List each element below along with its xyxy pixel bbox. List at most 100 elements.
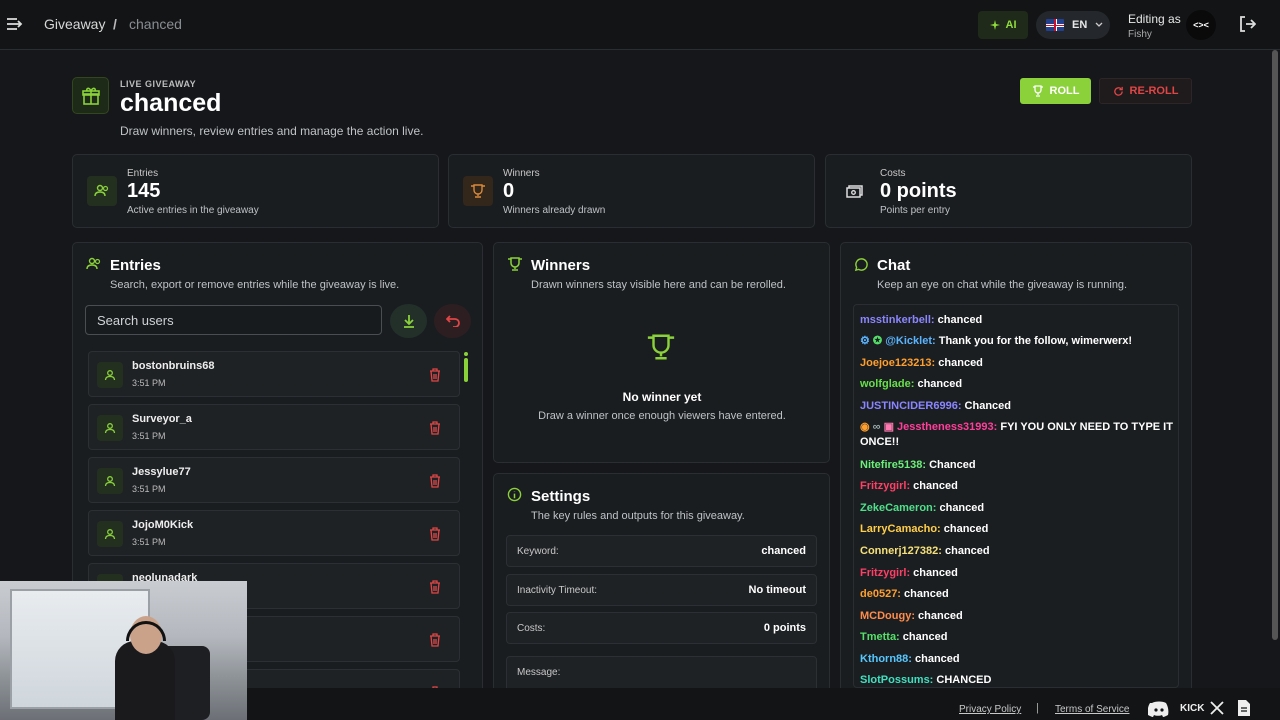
chat-messages: msstinkerbell: chanced ⚙ ✪ @Kicklet: Tha… (853, 304, 1179, 688)
list-item[interactable]: Surveyor_a 3:51 PM (88, 404, 460, 450)
list-scroll-arrow[interactable] (464, 352, 468, 356)
gift-badge-icon: ▣ (883, 421, 898, 433)
chat-bubble-icon (854, 258, 868, 272)
chat-username[interactable]: LarryCamacho: (860, 523, 941, 535)
menu-icon[interactable] (6, 15, 24, 33)
x-icon[interactable] (1209, 700, 1225, 716)
chat-message: JUSTINCIDER6996: Chanced (860, 399, 1176, 414)
chat-username[interactable]: wolfglade: (860, 378, 914, 390)
chat-title: Chat (877, 257, 911, 274)
uk-flag-icon (1046, 19, 1064, 31)
breadcrumb-root[interactable]: Giveaway (44, 16, 105, 32)
chat-username[interactable]: Fritzygirl: (860, 567, 910, 579)
chat-message: Tmetta: chanced (860, 630, 1176, 645)
winners-title: Winners (531, 257, 591, 274)
reroll-button[interactable]: RE-ROLL (1099, 78, 1192, 104)
chat-username[interactable]: Nitefire5138: (860, 459, 926, 471)
ai-label: AI (1005, 19, 1017, 31)
page-scrollbar[interactable] (1272, 50, 1278, 640)
chat-message: wolfglade: chanced (860, 377, 1176, 392)
chat-username[interactable]: Kthorn88: (860, 653, 912, 665)
chat-text: CHANCED (933, 674, 992, 686)
trash-icon[interactable] (429, 580, 441, 594)
bot-badge-icon: ⚙ (860, 335, 873, 347)
chat-username[interactable]: Jesstheness31993: (897, 421, 997, 433)
no-winner-subtitle: Draw a winner once enough viewers have e… (538, 410, 786, 422)
entries-stat-desc: Active entries in the giveaway (127, 205, 259, 216)
page-subtitle: Draw winners, review entries and manage … (120, 124, 424, 138)
document-icon[interactable] (1237, 699, 1251, 717)
chat-text: chanced (915, 610, 963, 622)
list-item[interactable]: bostonbruins68 3:51 PM (88, 351, 460, 397)
chat-username[interactable]: ZekeCameron: (860, 502, 936, 514)
setting-key: Inactivity Timeout: (517, 585, 598, 596)
chat-message: MCDougy: chanced (860, 609, 1176, 624)
chat-username[interactable]: Connerj127382: (860, 545, 942, 557)
entry-time: 3:51 PM (132, 378, 166, 388)
setting-row-keyword: Keyword: chanced (506, 535, 817, 567)
entries-stat-label: Entries (127, 168, 159, 179)
setting-value: 0 points (763, 622, 806, 634)
editing-label: Editing as (1128, 12, 1181, 26)
costs-stat-card: Costs 0 points Points per entry (825, 154, 1192, 228)
chat-username[interactable]: MCDougy: (860, 610, 915, 622)
sparkle-icon (989, 20, 1000, 30)
live-giveaway-label: LIVE GIVEAWAY (120, 79, 197, 89)
money-icon (840, 176, 870, 206)
kick-link[interactable]: KICK (1180, 703, 1204, 714)
breadcrumb-separator: / (113, 16, 117, 32)
search-input[interactable] (85, 305, 382, 335)
chat-text: Chanced (926, 459, 976, 471)
chat-text: chanced (910, 480, 958, 492)
chat-username[interactable]: SlotPossums: (860, 674, 933, 686)
costs-stat-desc: Points per entry (880, 205, 951, 216)
language-selector[interactable]: EN (1036, 11, 1110, 39)
user-icon (97, 362, 123, 388)
chat-message: ⚙ ✪ @Kicklet: Thank you for the follow, … (860, 334, 1176, 349)
chat-username[interactable]: @Kicklet: (885, 335, 935, 347)
setting-value: chanced (761, 545, 806, 557)
roll-button[interactable]: ROLL (1020, 78, 1091, 104)
setting-key: Keyword: (517, 546, 559, 557)
chat-username[interactable]: msstinkerbell: (860, 314, 935, 326)
undo-icon (445, 315, 460, 327)
list-item[interactable]: JojoM0Kick 3:51 PM (88, 510, 460, 556)
chat-username[interactable]: Fritzygirl: (860, 480, 910, 492)
sub-badge-icon: ∞ (872, 421, 884, 433)
trash-icon[interactable] (429, 527, 441, 541)
chat-username[interactable]: JUSTINCIDER6996: (860, 400, 961, 412)
chat-message: Fritzygirl: chanced (860, 566, 1176, 581)
entries-subtitle: Search, export or remove entries while t… (110, 279, 400, 291)
user-icon (97, 521, 123, 547)
chat-username[interactable]: Joejoe123213: (860, 357, 935, 369)
chat-username[interactable]: de0527: (860, 588, 901, 600)
trash-icon[interactable] (429, 421, 441, 435)
trash-icon[interactable] (429, 474, 441, 488)
avatar[interactable]: <>< (1186, 10, 1216, 40)
list-item[interactable]: Jessylue77 3:51 PM (88, 457, 460, 503)
logout-icon[interactable] (1238, 15, 1256, 33)
chat-text: chanced (910, 567, 958, 579)
chat-message: Connerj127382: chanced (860, 544, 1176, 559)
chat-message: ZekeCameron: chanced (860, 501, 1176, 516)
page-title: chanced (120, 89, 222, 117)
chat-text: chanced (900, 588, 949, 600)
download-button[interactable] (390, 304, 427, 338)
list-scrollbar[interactable] (464, 358, 468, 382)
discord-icon[interactable] (1148, 700, 1170, 718)
chat-subtitle: Keep an eye on chat while the giveaway i… (877, 279, 1128, 291)
undo-button[interactable] (434, 304, 471, 338)
refresh-icon (1113, 86, 1123, 96)
ai-button[interactable]: AI (978, 11, 1028, 39)
privacy-policy-link[interactable]: Privacy Policy (959, 704, 1021, 715)
trash-icon[interactable] (429, 368, 441, 382)
chat-username[interactable]: Tmetta: (860, 631, 900, 643)
trash-icon[interactable] (429, 633, 441, 647)
entries-stat-value: 145 (127, 180, 161, 202)
chat-message: Joejoe123213: chanced (860, 356, 1176, 371)
terms-link[interactable]: Terms of Service (1055, 704, 1129, 715)
chat-text: chanced (914, 378, 963, 390)
entry-name: bostonbruins68 (132, 360, 215, 372)
entry-time: 3:51 PM (132, 484, 166, 494)
chat-text: chanced (911, 653, 960, 665)
